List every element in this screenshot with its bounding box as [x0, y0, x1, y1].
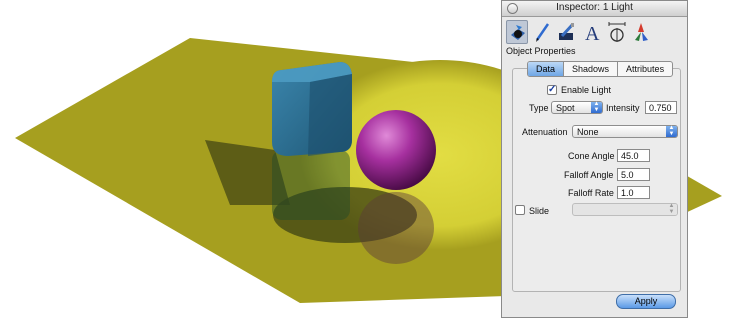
cube-reflection	[272, 150, 350, 220]
object-properties-label: Object Properties	[506, 46, 576, 56]
popup-arrows-icon: ▲ ▼	[666, 125, 677, 137]
slide-popup[interactable]: ▲ ▼	[572, 203, 678, 216]
tab-shadows[interactable]: Shadows	[564, 62, 619, 76]
popup-arrows-icon: ▲ ▼	[591, 101, 602, 113]
slide-label: Slide	[529, 206, 550, 216]
inspector-titlebar[interactable]: Inspector: 1 Light	[502, 1, 687, 17]
falloff-angle-field[interactable]: 5.0	[617, 168, 650, 181]
type-popup[interactable]: Spot ▲ ▼	[551, 101, 603, 114]
sphere-object[interactable]	[356, 110, 436, 190]
window-title: Inspector: 1 Light	[556, 2, 633, 13]
cube-object[interactable]	[272, 62, 352, 156]
sphere-reflection	[358, 192, 434, 264]
tab-attributes[interactable]: Attributes	[618, 62, 672, 76]
geometry-icon[interactable]	[506, 20, 528, 44]
attenuation-popup[interactable]: None ▲ ▼	[572, 125, 678, 138]
slide-checkbox[interactable]	[515, 205, 525, 215]
cone-angle-field[interactable]: 45.0	[617, 149, 650, 162]
enable-light-label: Enable Light	[561, 85, 612, 95]
type-label: Type	[529, 103, 549, 113]
type-value: Spot	[556, 103, 575, 113]
enable-light-checkbox[interactable]: ✓	[547, 85, 557, 95]
falloff-rate-field[interactable]: 1.0	[617, 186, 650, 199]
apply-button[interactable]: Apply	[616, 294, 676, 309]
intensity-label: Intensity	[606, 103, 640, 113]
svg-text:A: A	[585, 23, 600, 44]
attenuation-value: None	[577, 127, 599, 137]
popup-arrows-icon: ▲ ▼	[666, 203, 677, 215]
cone-angle-label: Cone Angle	[568, 151, 615, 161]
falloff-angle-label: Falloff Angle	[564, 170, 614, 180]
data-panel: ✓ Enable Light Type Spot ▲ ▼ Intensity 0.…	[512, 68, 681, 292]
inspector-tabs: Data Shadows Attributes	[527, 61, 674, 77]
falloff-rate-label: Falloff Rate	[568, 188, 614, 198]
measure-icon[interactable]	[606, 20, 628, 44]
inspector-toolbar: A	[502, 17, 687, 47]
intensity-field[interactable]: 0.750	[645, 101, 677, 114]
inspector-window[interactable]: Inspector: 1 Light A Object Properties ✓…	[501, 0, 688, 318]
pen-icon[interactable]	[532, 20, 554, 44]
colors-icon[interactable]	[630, 20, 652, 44]
style-icon[interactable]	[556, 20, 578, 44]
attenuation-label: Attenuation	[522, 127, 568, 137]
tab-data[interactable]: Data	[528, 62, 565, 76]
text-icon[interactable]: A	[582, 20, 604, 45]
